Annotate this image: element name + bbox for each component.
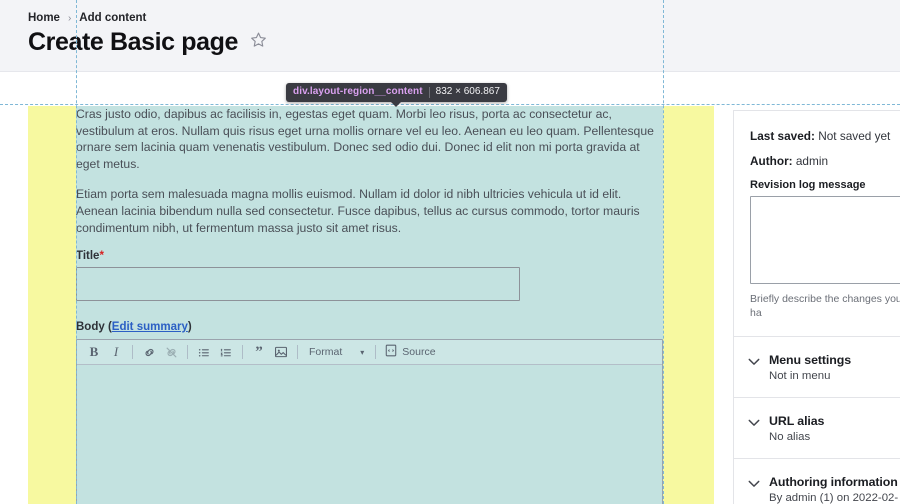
revision-log-help-text: Briefly describe the changes you ha — [750, 293, 900, 319]
toolbar-separator — [242, 345, 243, 360]
toolbar-separator — [375, 345, 377, 360]
link-icon[interactable] — [138, 343, 160, 362]
accordion-summary: By admin (1) on 2022-02-16 — [769, 492, 899, 504]
source-label: Source — [402, 346, 436, 359]
format-dropdown[interactable]: Format ▾ — [303, 343, 370, 362]
last-saved-value: Not saved yet — [818, 129, 891, 143]
last-saved-line: Last saved: Not saved yet — [750, 129, 900, 143]
chevron-down-icon — [748, 418, 760, 430]
accordion-text: Menu settings Not in menu — [769, 353, 851, 382]
accordion-title: URL alias — [769, 414, 825, 428]
body-rich-text-editor: B I ” Format ▾ Source — [76, 339, 663, 504]
lorem-paragraph-2: Etiam porta sem malesuada magna mollis e… — [76, 187, 640, 235]
bulleted-list-icon[interactable] — [193, 343, 215, 362]
last-saved-label: Last saved: — [750, 129, 815, 143]
toolbar-separator — [132, 345, 133, 360]
source-code-icon — [385, 344, 397, 360]
italic-button[interactable]: I — [105, 343, 127, 362]
title-field-label: Title* — [76, 250, 663, 262]
format-label: Format — [309, 346, 343, 359]
blockquote-icon[interactable]: ” — [248, 343, 270, 362]
accordion-title: Menu settings — [769, 353, 851, 367]
edit-summary-link[interactable]: Edit summary — [112, 321, 188, 333]
body-label-text: Body — [76, 321, 105, 334]
chevron-down-icon — [748, 479, 760, 491]
node-edit-form: Cras justo odio, dapibus ac facilisis in… — [76, 106, 663, 504]
body-editable-area[interactable] — [77, 365, 662, 504]
accordion-menu-settings[interactable]: Menu settings Not in menu — [734, 336, 900, 397]
required-marker: * — [99, 250, 104, 263]
breadcrumb-separator-icon: › — [67, 12, 72, 24]
revision-log-textarea[interactable] — [750, 196, 900, 284]
node-form-sidebar: Last saved: Not saved yet Author: admin … — [733, 110, 900, 504]
meta-section: Last saved: Not saved yet Author: admin … — [734, 111, 900, 320]
accordion-authoring-information[interactable]: Authoring information By admin (1) on 20… — [734, 458, 900, 504]
accordion-summary: No alias — [769, 431, 811, 443]
author-label: Author: — [750, 154, 793, 168]
author-line: Author: admin — [750, 154, 900, 168]
bold-button[interactable]: B — [83, 343, 105, 362]
inspector-tooltip: div.layout-region__content 832 × 606.867 — [286, 83, 507, 107]
tooltip-divider — [428, 86, 430, 98]
lorem-paragraph-1: Cras justo odio, dapibus ac facilisis in… — [76, 107, 654, 171]
breadcrumb: Home › Add content — [28, 12, 146, 24]
chevron-down-icon: ▾ — [360, 347, 365, 357]
breadcrumb-item-home[interactable]: Home — [28, 12, 60, 24]
title-label-text: Title — [76, 250, 100, 263]
accordion-url-alias[interactable]: URL alias No alias — [734, 397, 900, 458]
breadcrumb-item-add-content[interactable]: Add content — [79, 12, 146, 24]
numbered-list-icon[interactable] — [215, 343, 237, 362]
accordion-text: URL alias No alias — [769, 414, 824, 443]
accordion-summary: Not in menu — [769, 370, 831, 382]
chevron-down-icon — [748, 357, 760, 369]
accordion-text: Authoring information By admin (1) on 20… — [769, 475, 900, 504]
paren-close: ) — [187, 321, 192, 334]
page-title: Create Basic page — [28, 28, 238, 56]
revision-log-label: Revision log message — [750, 179, 866, 191]
inspector-dimensions-text: 832 × 606.867 — [435, 86, 500, 97]
author-value: admin — [795, 154, 829, 168]
page-header: Home › Add content Create Basic page — [0, 0, 900, 72]
body-field-label: Body (Edit summary) — [76, 321, 663, 333]
title-input[interactable] — [76, 267, 520, 302]
accordion-title: Authoring information — [769, 475, 898, 489]
inspector-selector-text: div.layout-region__content — [293, 86, 423, 97]
editor-toolbar: B I ” Format ▾ Source — [77, 340, 662, 366]
image-icon[interactable] — [270, 343, 292, 362]
toolbar-separator — [297, 345, 298, 360]
unlink-icon[interactable] — [160, 343, 182, 362]
source-button[interactable]: Source — [381, 343, 439, 362]
title-row: Create Basic page — [28, 28, 267, 57]
star-outline-icon[interactable] — [250, 31, 267, 53]
toolbar-separator — [187, 345, 188, 360]
